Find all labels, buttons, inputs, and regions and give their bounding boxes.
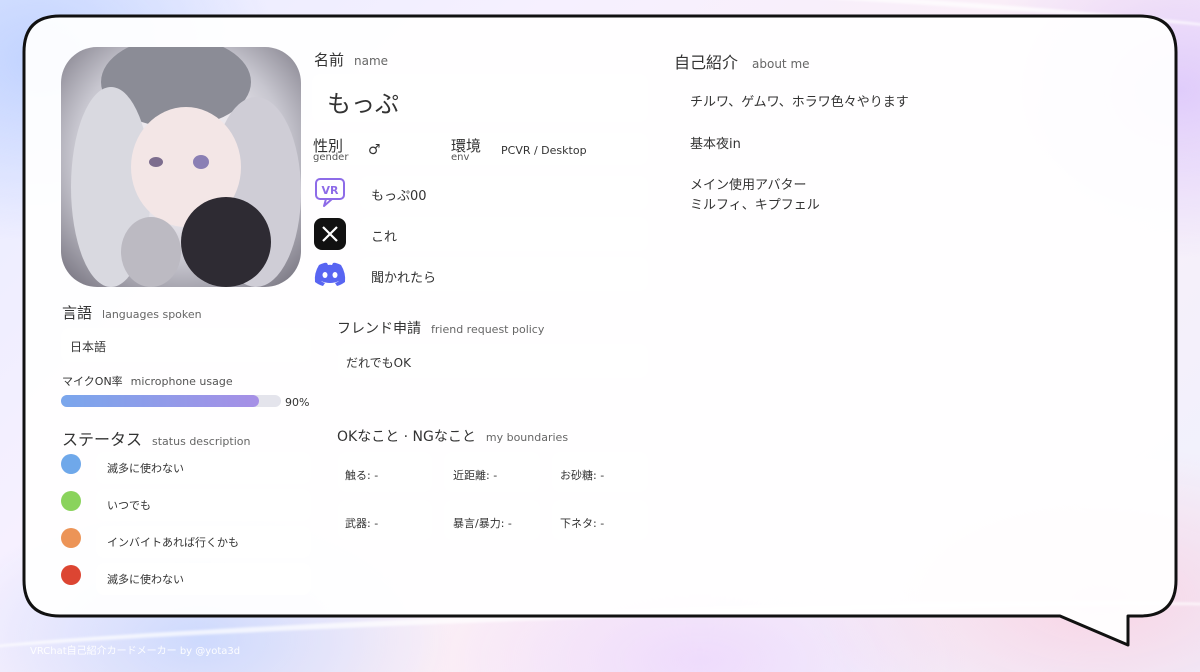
x-account-field xyxy=(360,217,648,251)
about-label: 自己紹介 xyxy=(674,53,739,72)
env-value: PCVR / Desktop xyxy=(501,144,587,157)
status-dot-green xyxy=(61,491,81,511)
about-section-title: 自己紹介 about me xyxy=(674,49,810,73)
friend-request-section-title: フレンド申請 friend request policy xyxy=(337,318,544,338)
languages-label: 言語 xyxy=(62,304,93,322)
boundaries-label: OKなこと · NGなこと xyxy=(337,429,476,445)
about-line: メイン使用アバター xyxy=(690,178,807,193)
discord-icon xyxy=(313,258,347,290)
about-line: チルワ、ゲムワ、ホラワ色々やります xyxy=(690,95,909,110)
mic-label-en: microphone usage xyxy=(130,375,233,388)
status-label-en: status description xyxy=(152,435,251,448)
about-label-en: about me xyxy=(752,57,810,71)
friend-request-label-en: friend request policy xyxy=(431,323,545,336)
name-label-en: name xyxy=(354,54,389,68)
boundary-violence: 暴言/暴力: - xyxy=(453,517,512,530)
friend-request-label: フレンド申請 xyxy=(337,321,421,337)
gender-value: ♂ xyxy=(368,142,381,158)
boundary-lewd: 下ネタ: - xyxy=(560,517,605,530)
status-text: 滅多に使わない xyxy=(107,573,184,586)
status-section-title: ステータス status description xyxy=(62,426,250,450)
friend-request-value: だれでもOK xyxy=(346,356,411,370)
status-label: ステータス xyxy=(62,430,143,449)
about-line: 基本夜in xyxy=(690,137,741,152)
boundary-close-distance: 近距離: - xyxy=(453,469,498,482)
boundary-sugar: お砂糖: - xyxy=(560,469,605,482)
boundary-weapons: 武器: - xyxy=(345,517,379,530)
name-label: 名前 xyxy=(314,51,345,69)
mic-section-title: マイクON率 microphone usage xyxy=(62,373,233,389)
x-account: これ xyxy=(371,230,398,245)
avatar-image xyxy=(61,47,301,287)
status-dot-orange xyxy=(61,528,81,548)
languages-label-en: languages spoken xyxy=(102,308,202,321)
mic-usage-fill xyxy=(61,395,259,407)
name-section-title: 名前 name xyxy=(314,49,388,70)
boundaries-label-en: my boundaries xyxy=(485,431,569,444)
vrchat-id: もっぷ00 xyxy=(371,189,427,204)
page-background: { "profile": { "name_label": "名前", "name… xyxy=(0,0,1200,672)
status-dot-blue xyxy=(61,454,81,474)
footer-credit: VRChat自己紹介カードメーカー by @yota3d xyxy=(30,646,241,657)
boundary-touch: 触る: - xyxy=(345,469,379,482)
x-icon xyxy=(314,218,346,250)
languages-value: 日本語 xyxy=(70,340,107,354)
status-dot-red xyxy=(61,565,81,585)
status-text: インバイトあれば行くかも xyxy=(107,536,239,549)
boundaries-section-title: OKなこと · NGなこと my boundaries xyxy=(337,426,568,446)
discord-value: 聞かれたら xyxy=(371,271,437,286)
languages-section-title: 言語 languages spoken xyxy=(62,302,202,323)
status-text: 滅多に使わない xyxy=(107,462,184,475)
profile-card: 名前 name もっぷ 性別 gender ♂ 環境 env PCVR / Des… xyxy=(36,28,1164,608)
mic-usage-percent: 90% xyxy=(285,396,310,409)
mic-usage-bar xyxy=(61,395,281,407)
gender-label-en: gender xyxy=(313,152,349,163)
about-line: ミルフィ、キプフェル xyxy=(690,198,820,213)
vrchat-icon: VR xyxy=(313,176,347,208)
status-text: いつでも xyxy=(107,499,151,512)
svg-text:VR: VR xyxy=(322,184,340,197)
profile-name: もっぷ xyxy=(327,90,399,118)
mic-label: マイクON率 xyxy=(62,375,123,388)
env-label-en: env xyxy=(451,152,470,163)
